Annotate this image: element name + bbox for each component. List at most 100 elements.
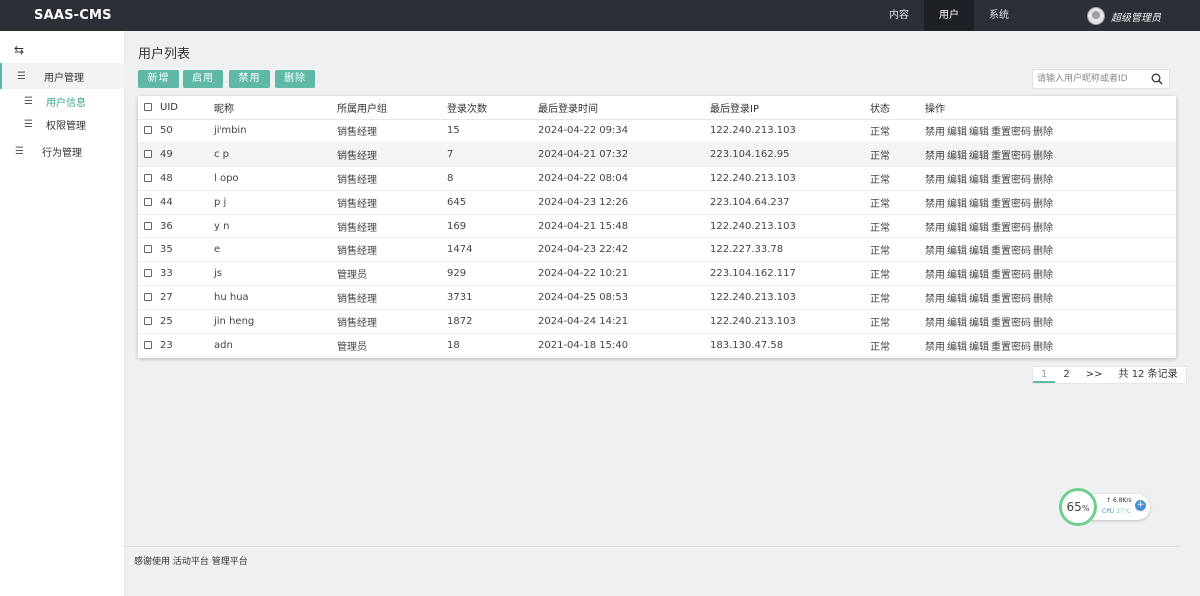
delete-link[interactable]: 删除 xyxy=(1033,318,1053,329)
edit-link[interactable]: 编辑 xyxy=(947,127,967,138)
add-button[interactable]: 新增 xyxy=(138,70,179,88)
edit-link[interactable]: 编辑 xyxy=(947,342,967,353)
reset-password-link[interactable]: 重置密码 xyxy=(991,223,1031,234)
reset-password-link[interactable]: 重置密码 xyxy=(991,342,1031,353)
disable-link[interactable]: 禁用 xyxy=(925,270,945,281)
table-row: 50 jiⁱmbin 销售经理 15 2024-04-22 09:34 122.240.2… xyxy=(138,119,1176,144)
row-checkbox[interactable] xyxy=(144,221,152,230)
sidebar-item-label: 行为管理 xyxy=(42,147,82,159)
cell-status: 正常 xyxy=(870,166,925,191)
disable-link[interactable]: 禁用 xyxy=(925,294,945,305)
user-menu[interactable]: 超级管理员 xyxy=(1087,7,1161,25)
disable-link[interactable]: 禁用 xyxy=(925,151,945,162)
delete-link[interactable]: 删除 xyxy=(1033,294,1053,305)
cell-last-login-time: 2024-04-25 08:53 xyxy=(538,285,710,310)
edit-link-2[interactable]: 编辑 xyxy=(969,199,989,210)
cell-actions: 禁用 编辑 编辑 重置密码 删除 xyxy=(925,261,1176,287)
select-all-checkbox[interactable] xyxy=(144,102,152,111)
disable-link[interactable]: 禁用 xyxy=(925,246,945,257)
row-checkbox[interactable] xyxy=(144,197,152,206)
search-input[interactable] xyxy=(1033,70,1145,88)
reset-password-link[interactable]: 重置密码 xyxy=(991,270,1031,281)
page-1[interactable]: 1 xyxy=(1033,367,1056,383)
delete-link[interactable]: 删除 xyxy=(1033,342,1053,353)
cell-uid: 36 xyxy=(160,214,214,239)
top-nav-system[interactable]: 系统 xyxy=(974,0,1024,31)
row-checkbox[interactable] xyxy=(144,173,152,182)
reset-password-link[interactable]: 重置密码 xyxy=(991,151,1031,162)
row-checkbox[interactable] xyxy=(144,292,152,301)
cpu-percent: 65 xyxy=(1066,500,1082,514)
row-checkbox[interactable] xyxy=(144,316,152,325)
enable-button[interactable]: 启用 xyxy=(183,70,223,88)
cell-nickname: p j xyxy=(214,190,337,215)
reset-password-link[interactable]: 重置密码 xyxy=(991,199,1031,210)
delete-link[interactable]: 删除 xyxy=(1033,151,1053,162)
top-nav-content[interactable]: 内容 xyxy=(874,0,924,31)
row-checkbox[interactable] xyxy=(144,340,152,349)
delete-link[interactable]: 删除 xyxy=(1033,127,1053,138)
next-page-button[interactable]: >> xyxy=(1078,367,1111,383)
cell-login-count: 18 xyxy=(447,333,538,358)
row-checkbox[interactable] xyxy=(144,245,152,254)
disable-link[interactable]: 禁用 xyxy=(925,318,945,329)
reset-password-link[interactable]: 重置密码 xyxy=(991,318,1031,329)
edit-link-2[interactable]: 编辑 xyxy=(969,294,989,305)
cell-nickname: e xyxy=(214,237,337,263)
cell-user-group: 销售经理 xyxy=(337,214,447,239)
sidebar-item-behavior[interactable]: ☰ 行为管理 xyxy=(0,138,125,164)
edit-link[interactable]: 编辑 xyxy=(947,151,967,162)
edit-link-2[interactable]: 编辑 xyxy=(969,318,989,329)
collapse-icon[interactable]: ⇆ xyxy=(14,43,24,57)
disable-button[interactable]: 禁用 xyxy=(229,70,270,88)
cell-status: 正常 xyxy=(870,142,925,168)
edit-link[interactable]: 编辑 xyxy=(947,223,967,234)
disable-link[interactable]: 禁用 xyxy=(925,342,945,353)
sidebar-item-permissions[interactable]: ☰ 权限管理 xyxy=(0,111,125,137)
plus-icon[interactable]: + xyxy=(1135,500,1146,511)
reset-password-link[interactable]: 重置密码 xyxy=(991,246,1031,257)
cell-nickname: c p xyxy=(214,142,337,168)
row-checkbox[interactable] xyxy=(144,150,152,159)
edit-link-2[interactable]: 编辑 xyxy=(969,127,989,138)
reset-password-link[interactable]: 重置密码 xyxy=(991,175,1031,186)
cell-actions: 禁用 编辑 编辑 重置密码 删除 xyxy=(925,214,1176,239)
delete-link[interactable]: 删除 xyxy=(1033,246,1053,257)
disable-link[interactable]: 禁用 xyxy=(925,127,945,138)
edit-link-2[interactable]: 编辑 xyxy=(969,246,989,257)
delete-link[interactable]: 删除 xyxy=(1033,199,1053,210)
delete-link[interactable]: 删除 xyxy=(1033,270,1053,281)
page-2[interactable]: 2 xyxy=(1055,367,1077,383)
edit-link-2[interactable]: 编辑 xyxy=(969,270,989,281)
edit-link-2[interactable]: 编辑 xyxy=(969,342,989,353)
search-icon[interactable] xyxy=(1151,73,1163,85)
disable-link[interactable]: 禁用 xyxy=(925,175,945,186)
delete-link[interactable]: 删除 xyxy=(1033,223,1053,234)
edit-link[interactable]: 编辑 xyxy=(947,270,967,281)
disable-link[interactable]: 禁用 xyxy=(925,199,945,210)
disable-link[interactable]: 禁用 xyxy=(925,223,945,234)
sidebar-item-user-management[interactable]: ☰ 用户管理 xyxy=(0,63,125,89)
cell-last-login-ip: 223.104.162.117 xyxy=(710,261,870,287)
edit-link[interactable]: 编辑 xyxy=(947,246,967,257)
reset-password-link[interactable]: 重置密码 xyxy=(991,127,1031,138)
cell-status: 正常 xyxy=(870,214,925,239)
edit-link[interactable]: 编辑 xyxy=(947,318,967,329)
edit-link[interactable]: 编辑 xyxy=(947,175,967,186)
row-checkbox[interactable] xyxy=(144,269,152,278)
sidebar-item-label: 用户信息 xyxy=(46,97,86,109)
delete-button[interactable]: 删除 xyxy=(275,70,315,88)
edit-link-2[interactable]: 编辑 xyxy=(969,151,989,162)
cell-login-count: 15 xyxy=(447,119,538,144)
row-checkbox[interactable] xyxy=(144,126,152,135)
list-icon: ☰ xyxy=(24,118,33,130)
reset-password-link[interactable]: 重置密码 xyxy=(991,294,1031,305)
delete-link[interactable]: 删除 xyxy=(1033,175,1053,186)
edit-link[interactable]: 编辑 xyxy=(947,199,967,210)
edit-link-2[interactable]: 编辑 xyxy=(969,175,989,186)
edit-link[interactable]: 编辑 xyxy=(947,294,967,305)
app-logo: SAAS-CMS xyxy=(34,8,112,23)
top-nav-users[interactable]: 用户 xyxy=(924,0,974,31)
edit-link-2[interactable]: 编辑 xyxy=(969,223,989,234)
cell-nickname: jin heng xyxy=(214,309,337,334)
